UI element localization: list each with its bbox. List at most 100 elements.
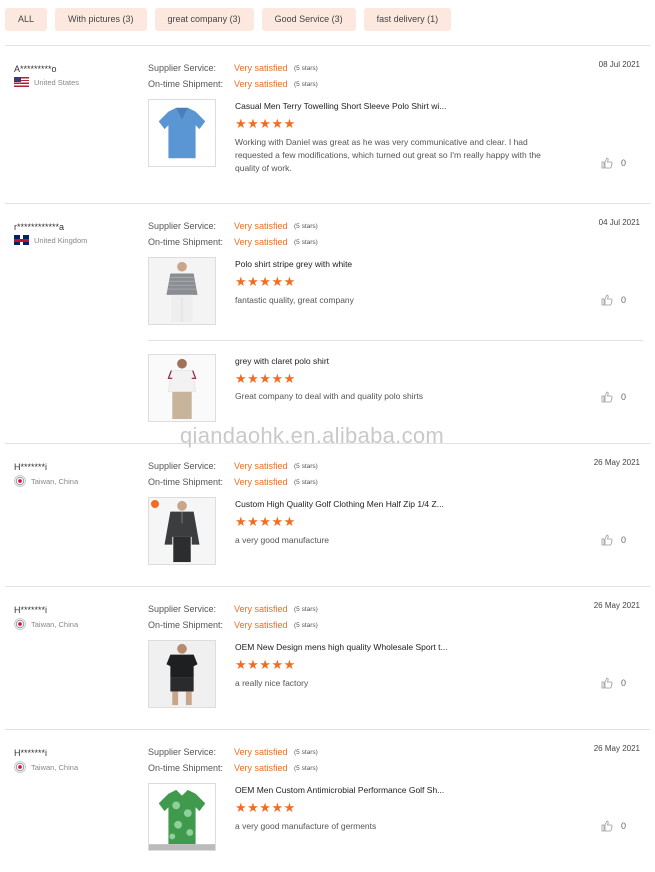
filter-with-pictures[interactable]: With pictures (3) [55, 8, 147, 31]
supplier-service-stars: (5 stars) [294, 222, 318, 230]
shipment-value: Very satisfied [234, 477, 288, 487]
supplier-service-label: Supplier Service: [148, 461, 217, 471]
review-item: grey with claret polo shirt ★★★★★ Great … [148, 340, 643, 430]
country-label: Taiwan, China [31, 476, 79, 486]
like-count: 0 [620, 295, 626, 305]
product-star-rating: ★★★★★ [235, 274, 296, 289]
thumbs-up-icon [601, 294, 613, 306]
like-count: 0 [620, 535, 626, 545]
product-name[interactable]: Casual Men Terry Towelling Short Sleeve … [235, 101, 446, 111]
supplier-service-label: Supplier Service: [148, 221, 217, 231]
reviewer-name: r************a [14, 222, 65, 232]
product-star-rating: ★★★★★ [235, 514, 296, 529]
shipment-label: On-time Shipment: [148, 237, 224, 247]
half-zip-pullover-image [149, 498, 215, 564]
review-item: Casual Men Terry Towelling Short Sleeve … [148, 99, 643, 179]
filter-good-service[interactable]: Good Service (3) [261, 8, 356, 31]
like-button[interactable]: 0 [601, 677, 626, 689]
product-name[interactable]: OEM New Design mens high quality Wholesa… [235, 642, 448, 652]
thumbs-up-icon [601, 677, 613, 689]
review-comment: a very good manufacture of germents [235, 821, 377, 831]
thumbs-up-icon [601, 391, 613, 403]
product-star-rating: ★★★★★ [235, 657, 296, 672]
product-name[interactable]: grey with claret polo shirt [235, 356, 329, 366]
supplier-service-value: Very satisfied [234, 461, 288, 471]
supplier-ratings: Supplier Service: Very satisfied (5 star… [148, 601, 318, 633]
review-date: 26 May 2021 [593, 601, 640, 610]
product-thumbnail[interactable] [148, 354, 216, 422]
shipment-label: On-time Shipment: [148, 620, 224, 630]
uk-flag-icon [14, 235, 29, 245]
taiwan-flag-icon [14, 761, 26, 773]
review-date: 04 Jul 2021 [598, 218, 640, 227]
reviewer-country: Taiwan, China [14, 618, 78, 630]
product-name[interactable]: Polo shirt stripe grey with white [235, 259, 352, 269]
us-flag-icon [14, 77, 29, 87]
review-comment: Great company to deal with and quality p… [235, 391, 424, 401]
reviewer-name: H*******i [14, 462, 48, 472]
review-comment: Working with Daniel was great as he was … [235, 137, 541, 173]
supplier-service-stars: (5 stars) [294, 748, 318, 756]
thumbs-up-icon [601, 534, 613, 546]
product-name[interactable]: Custom High Quality Golf Clothing Men Ha… [235, 499, 444, 509]
shipment-value: Very satisfied [234, 79, 288, 89]
badge-icon [151, 500, 159, 508]
shipment-value: Very satisfied [234, 620, 288, 630]
supplier-service-label: Supplier Service: [148, 747, 217, 757]
product-star-rating: ★★★★★ [235, 800, 296, 815]
like-button[interactable]: 0 [601, 294, 626, 306]
supplier-service-value: Very satisfied [234, 221, 288, 231]
supplier-ratings: Supplier Service: Very satisfied (5 star… [148, 60, 318, 92]
review-date: 08 Jul 2021 [598, 60, 640, 69]
review-card: H*******i Taiwan, China Supplier Service… [5, 729, 650, 872]
reviewer-name: H*******i [14, 605, 48, 615]
review-card: A*********o United States Supplier Servi… [5, 45, 650, 203]
review-item: Custom High Quality Golf Clothing Men Ha… [148, 497, 643, 577]
product-thumbnail[interactable] [148, 783, 216, 851]
sport-tshirt-model-image [149, 641, 215, 707]
reviewer-name: A*********o [14, 64, 57, 74]
taiwan-flag-icon [14, 475, 26, 487]
product-thumbnail[interactable] [148, 99, 216, 167]
supplier-service-stars: (5 stars) [294, 64, 318, 72]
country-label: Taiwan, China [31, 619, 79, 629]
supplier-service-stars: (5 stars) [294, 605, 318, 613]
like-button[interactable]: 0 [601, 534, 626, 546]
supplier-service-value: Very satisfied [234, 63, 288, 73]
product-name[interactable]: OEM Men Custom Antimicrobial Performance… [235, 785, 444, 795]
country-label: United Kingdom [34, 235, 88, 245]
supplier-service-stars: (5 stars) [294, 462, 318, 470]
supplier-service-value: Very satisfied [234, 747, 288, 757]
review-item: OEM New Design mens high quality Wholesa… [148, 640, 643, 720]
shipment-stars: (5 stars) [294, 621, 318, 629]
review-item: Polo shirt stripe grey with white ★★★★★ … [148, 257, 643, 341]
product-thumbnail[interactable] [148, 257, 216, 325]
reviewer-name: H*******i [14, 748, 48, 758]
review-comment: a very good manufacture [235, 535, 330, 545]
filter-fast-delivery[interactable]: fast delivery (1) [363, 8, 452, 31]
product-thumbnail[interactable] [148, 497, 216, 565]
like-button[interactable]: 0 [601, 391, 626, 403]
watermark: qiandaohk.en.alibaba.com [180, 423, 445, 448]
taiwan-flag-icon [14, 618, 26, 630]
like-count: 0 [620, 821, 626, 831]
green-pattern-golf-shirt-image [149, 784, 215, 850]
like-button[interactable]: 0 [601, 157, 626, 169]
like-count: 0 [620, 158, 626, 168]
filter-all[interactable]: ALL [5, 8, 48, 31]
like-button[interactable]: 0 [601, 820, 626, 832]
supplier-ratings: Supplier Service: Very satisfied (5 star… [148, 218, 318, 250]
filter-great-company[interactable]: great company (3) [154, 8, 254, 31]
product-thumbnail[interactable] [148, 640, 216, 708]
shipment-stars: (5 stars) [294, 80, 318, 88]
shipment-stars: (5 stars) [294, 478, 318, 486]
shipment-label: On-time Shipment: [148, 477, 224, 487]
review-card: H*******i Taiwan, China Supplier Service… [5, 443, 650, 586]
review-card: r************a United Kingdom Supplier S… [5, 203, 650, 443]
white-polo-model-image [149, 355, 215, 421]
filter-bar: ALL With pictures (3) great company (3) … [5, 8, 452, 31]
review-comment: fantastic quality, great company [235, 295, 354, 305]
review-card: H*******i Taiwan, China Supplier Service… [5, 586, 650, 729]
product-star-rating: ★★★★★ [235, 371, 296, 386]
shipment-stars: (5 stars) [294, 764, 318, 772]
